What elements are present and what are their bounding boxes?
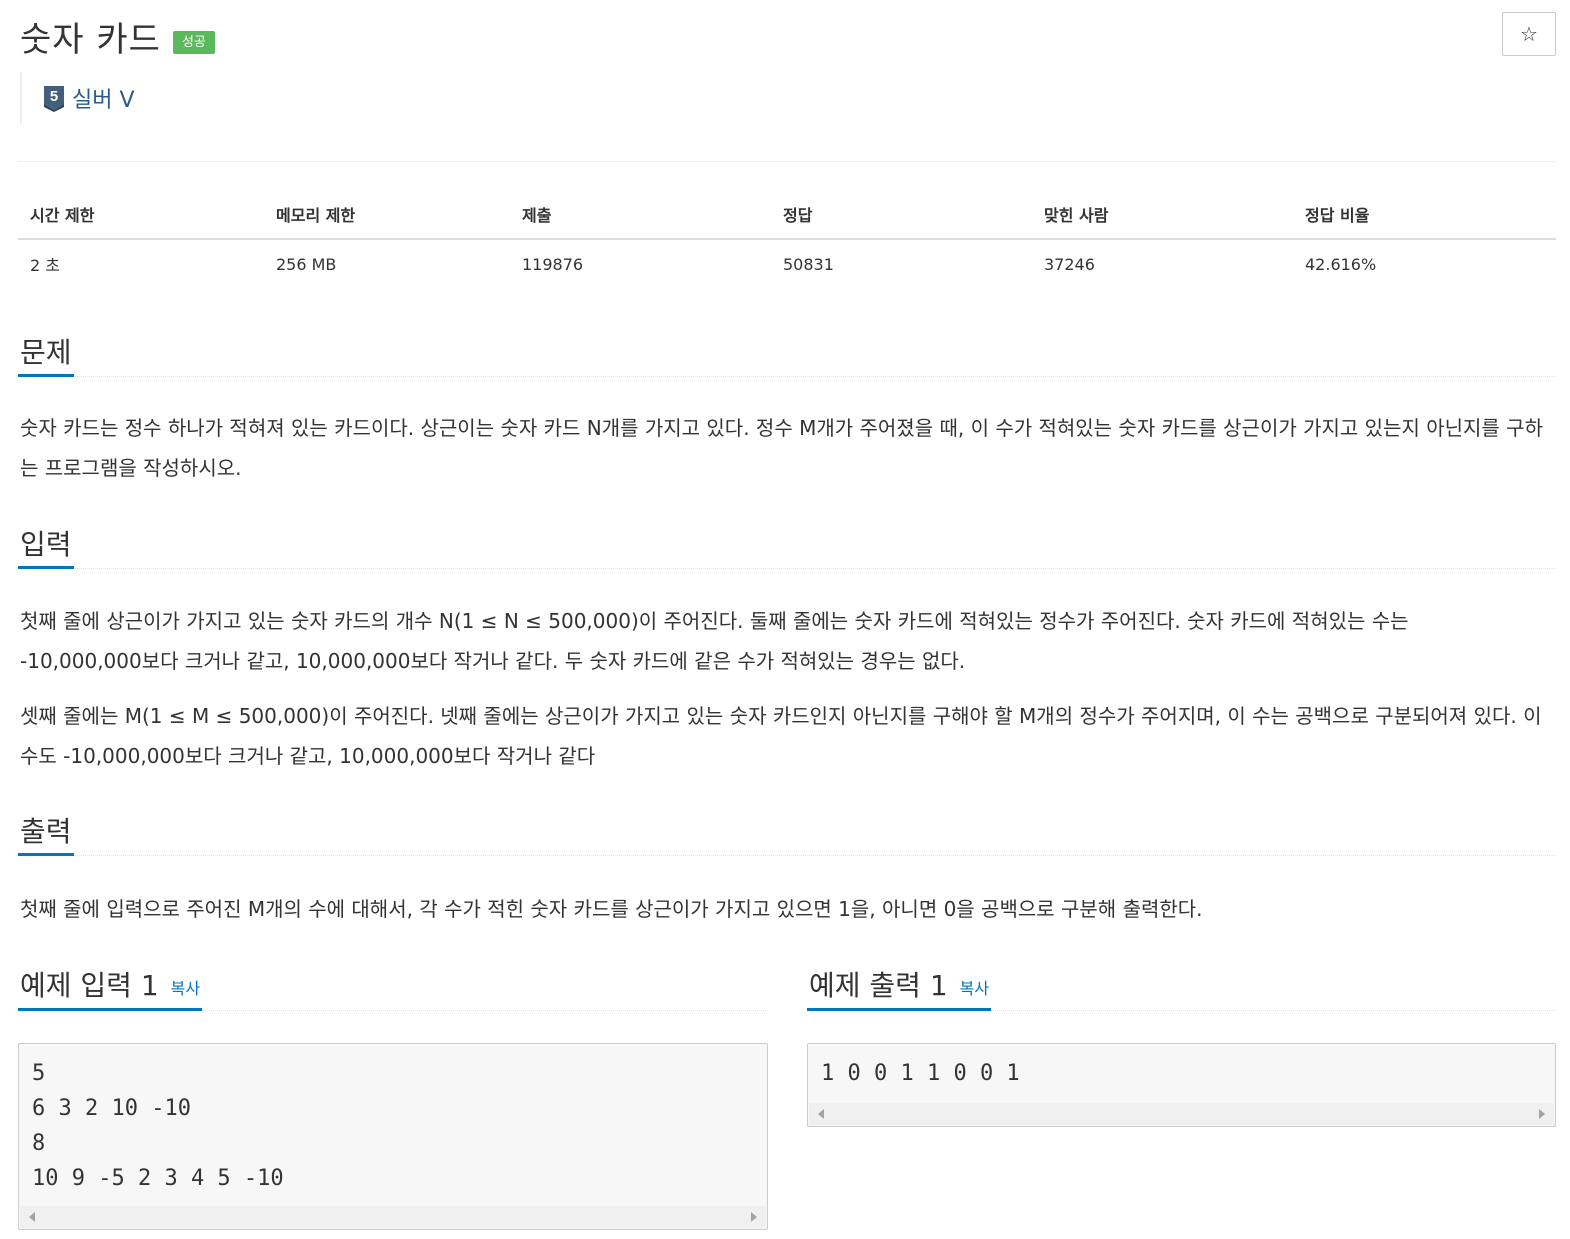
star-icon: ☆ xyxy=(1520,22,1538,46)
input-heading: 입력 xyxy=(20,527,72,561)
tier-block: 5 실버 V xyxy=(20,72,135,124)
divider xyxy=(18,161,1556,162)
header-solvers: 맞힌 사람 xyxy=(1032,190,1293,240)
horizontal-scrollbar[interactable] xyxy=(809,1103,1554,1125)
cell-solvers: 37246 xyxy=(1044,254,1095,274)
description-heading: 문제 xyxy=(20,335,72,369)
output-section-header: 출력 xyxy=(18,806,1556,856)
sample-output-content: 1 0 0 1 1 0 0 1 xyxy=(821,1061,1020,1086)
tier-link[interactable]: 실버 V xyxy=(72,82,135,114)
tier-number: 5 xyxy=(50,88,58,105)
tier-badge-icon: 5 xyxy=(44,86,64,112)
sample-output-box[interactable]: 1 0 0 1 1 0 0 1 xyxy=(807,1043,1556,1127)
table-row: 2 초 256 MB 119876 50831 37246 42.616% xyxy=(18,239,1556,288)
horizontal-scrollbar[interactable] xyxy=(20,1206,766,1228)
sample-input-box[interactable]: 5 6 3 2 10 -10 8 10 9 -5 2 3 4 5 -10 xyxy=(18,1043,768,1230)
description-text: 숫자 카드는 정수 하나가 적혀져 있는 카드이다. 상근이는 숫자 카드 N개… xyxy=(20,416,1543,480)
scroll-right-icon[interactable] xyxy=(751,1212,757,1222)
header-time-limit: 시간 제한 xyxy=(18,190,264,240)
input-section-header: 입력 xyxy=(18,519,1556,569)
cell-accepted: 50831 xyxy=(783,254,834,274)
input-paragraph-2: 셋째 줄에는 M(1 ≤ M ≤ 500,000)이 주어진다. 넷째 줄에는 … xyxy=(20,704,1542,768)
header-accepted: 정답 xyxy=(771,190,1032,240)
problem-info-table: 시간 제한 메모리 제한 제출 정답 맞힌 사람 정답 비율 2 초 256 M… xyxy=(18,190,1556,288)
cell-accept-ratio: 42.616% xyxy=(1305,254,1377,274)
sample-input-heading: 예제 입력 1 xyxy=(20,968,159,1002)
page-title: 숫자 카드 xyxy=(20,19,161,60)
sample-input-content: 5 6 3 2 10 -10 8 10 9 -5 2 3 4 5 -10 xyxy=(32,1061,284,1191)
status-badge: 성공 xyxy=(172,30,215,54)
sample-output-heading: 예제 출력 1 xyxy=(809,968,948,1002)
copy-sample-output-button[interactable]: 복사 xyxy=(960,975,989,999)
scroll-right-icon[interactable] xyxy=(1539,1109,1545,1119)
copy-sample-input-button[interactable]: 복사 xyxy=(171,975,200,999)
header-memory-limit: 메모리 제한 xyxy=(264,190,510,240)
cell-time-limit: 2 초 xyxy=(30,256,60,275)
scroll-left-icon[interactable] xyxy=(29,1212,35,1222)
output-heading: 출력 xyxy=(20,814,72,848)
cell-submissions: 119876 xyxy=(522,254,584,274)
sample-output-header: 예제 출력 1 복사 xyxy=(807,959,1556,1011)
header-accept-ratio: 정답 비율 xyxy=(1293,190,1556,240)
cell-memory-limit: 256 MB xyxy=(276,254,337,274)
sample-input-header: 예제 입력 1 복사 xyxy=(18,959,768,1011)
scroll-left-icon[interactable] xyxy=(818,1109,824,1119)
table-header-row: 시간 제한 메모리 제한 제출 정답 맞힌 사람 정답 비율 xyxy=(18,190,1556,240)
problem-header: 숫자 카드 성공 xyxy=(20,10,215,62)
input-paragraph-1: 첫째 줄에 상근이가 가지고 있는 숫자 카드의 개수 N(1 ≤ N ≤ 50… xyxy=(20,609,1409,673)
header-submissions: 제출 xyxy=(510,190,771,240)
output-text: 첫째 줄에 입력으로 주어진 M개의 수에 대해서, 각 수가 적힌 숫자 카드… xyxy=(20,897,1203,921)
description-section-header: 문제 xyxy=(18,327,1556,377)
star-button[interactable]: ☆ xyxy=(1502,12,1556,56)
